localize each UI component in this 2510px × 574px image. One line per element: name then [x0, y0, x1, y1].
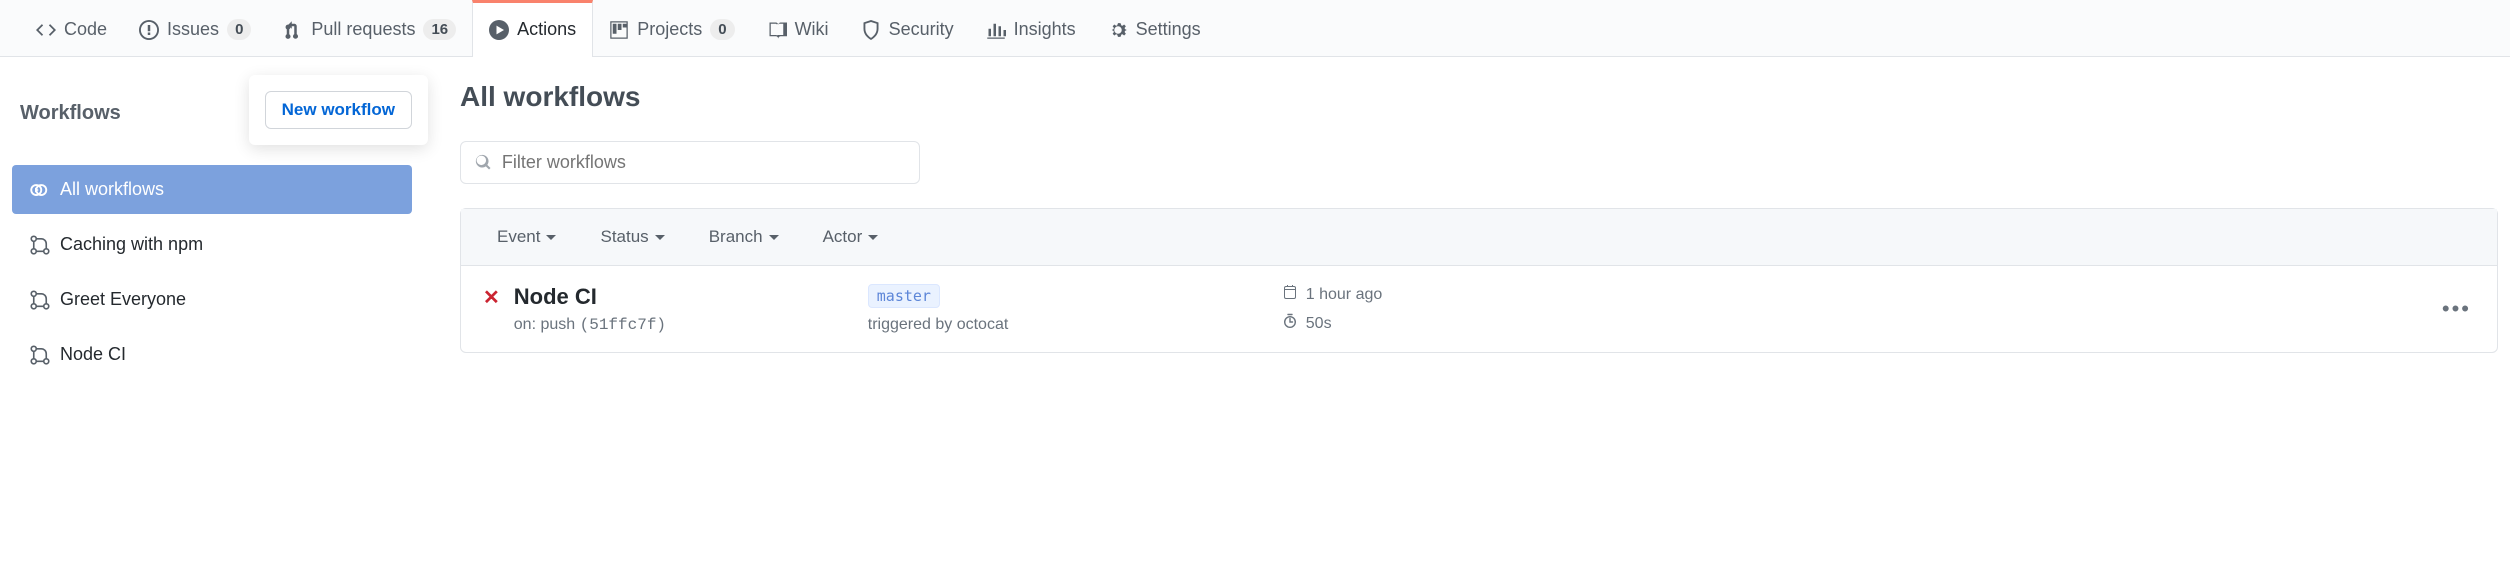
filter-event-dropdown[interactable]: Event	[497, 227, 556, 247]
new-workflow-highlight: New workflow	[249, 75, 428, 145]
tab-pull-requests[interactable]: Pull requests 16	[267, 0, 472, 56]
play-icon	[489, 20, 509, 40]
sidebar-item-caching-with-npm[interactable]: Caching with npm	[12, 220, 412, 269]
new-workflow-button[interactable]: New workflow	[265, 91, 412, 129]
workflow-icon	[30, 345, 50, 365]
tab-label: Security	[889, 19, 954, 40]
tab-actions[interactable]: Actions	[472, 0, 593, 57]
x-failed-icon: ✕	[483, 288, 500, 308]
gear-icon	[1108, 20, 1128, 40]
run-duration: 50s	[1306, 315, 1332, 333]
run-event: push	[540, 316, 575, 333]
run-menu-kebab-icon[interactable]: •••	[2442, 296, 2475, 322]
issues-count: 0	[227, 19, 251, 40]
repo-tabs: Code Issues 0 Pull requests 16 Actions P…	[0, 0, 2510, 57]
sidebar-item-label: Caching with npm	[60, 234, 203, 255]
pulls-count: 16	[423, 19, 456, 40]
filter-workflows-input[interactable]	[502, 152, 905, 173]
tab-label: Wiki	[795, 19, 829, 40]
workflow-run-row[interactable]: ✕ Node CI on: push (51ffc7f) master trig…	[461, 266, 2497, 352]
run-time-ago: 1 hour ago	[1306, 286, 1383, 304]
tab-label: Settings	[1136, 19, 1201, 40]
book-icon	[767, 20, 787, 40]
filter-branch-dropdown[interactable]: Branch	[709, 227, 779, 247]
run-on-prefix: on:	[514, 316, 541, 333]
filter-label: Status	[600, 227, 648, 247]
play-stack-icon	[30, 180, 50, 200]
tab-label: Code	[64, 19, 107, 40]
branch-tag[interactable]: master	[868, 284, 940, 308]
issue-icon	[139, 20, 159, 40]
tab-insights[interactable]: Insights	[970, 0, 1092, 56]
tab-label: Projects	[637, 19, 702, 40]
filter-status-dropdown[interactable]: Status	[600, 227, 664, 247]
sidebar-item-label: Greet Everyone	[60, 289, 186, 310]
calendar-icon	[1282, 284, 1298, 305]
filter-label: Actor	[823, 227, 863, 247]
caret-down-icon	[769, 235, 779, 240]
tab-settings[interactable]: Settings	[1092, 0, 1217, 56]
pull-request-icon	[283, 20, 303, 40]
project-icon	[609, 20, 629, 40]
run-title: Node CI	[514, 284, 854, 310]
caret-down-icon	[655, 235, 665, 240]
tab-label: Actions	[517, 19, 576, 40]
tab-label: Pull requests	[311, 19, 415, 40]
workflow-icon	[30, 290, 50, 310]
runs-list: Event Status Branch Actor ✕ Node CI on: …	[460, 208, 2498, 353]
filter-label: Event	[497, 227, 540, 247]
page-title: All workflows	[460, 81, 2498, 113]
projects-count: 0	[710, 19, 734, 40]
sidebar-item-label: All workflows	[60, 179, 164, 200]
tab-wiki[interactable]: Wiki	[751, 0, 845, 56]
tab-issues[interactable]: Issues 0	[123, 0, 267, 56]
code-icon	[36, 20, 56, 40]
filter-actor-dropdown[interactable]: Actor	[823, 227, 879, 247]
run-subtitle: on: push (51ffc7f)	[514, 316, 854, 334]
sidebar-item-greet-everyone[interactable]: Greet Everyone	[12, 275, 412, 324]
workflow-icon	[30, 235, 50, 255]
caret-down-icon	[546, 235, 556, 240]
workflows-sidebar: Workflows New workflow All workflows Cac…	[12, 81, 412, 385]
tab-label: Insights	[1014, 19, 1076, 40]
sidebar-item-node-ci[interactable]: Node CI	[12, 330, 412, 379]
shield-icon	[861, 20, 881, 40]
tab-security[interactable]: Security	[845, 0, 970, 56]
sidebar-item-label: Node CI	[60, 344, 126, 365]
filter-workflows-box[interactable]	[460, 141, 920, 184]
stopwatch-icon	[1282, 313, 1298, 334]
graph-icon	[986, 20, 1006, 40]
triggered-by-text: triggered by octocat	[868, 316, 1268, 334]
filter-label: Branch	[709, 227, 763, 247]
run-commit-hash: (51ffc7f)	[580, 316, 666, 334]
runs-filter-bar: Event Status Branch Actor	[461, 209, 2497, 266]
tab-label: Issues	[167, 19, 219, 40]
search-icon	[475, 154, 492, 172]
tab-code[interactable]: Code	[20, 0, 123, 56]
main-content: All workflows Event Status Branch Actor …	[460, 81, 2498, 385]
sidebar-title: Workflows	[12, 102, 121, 125]
caret-down-icon	[868, 235, 878, 240]
sidebar-item-all-workflows[interactable]: All workflows	[12, 165, 412, 214]
tab-projects[interactable]: Projects 0	[593, 0, 750, 56]
